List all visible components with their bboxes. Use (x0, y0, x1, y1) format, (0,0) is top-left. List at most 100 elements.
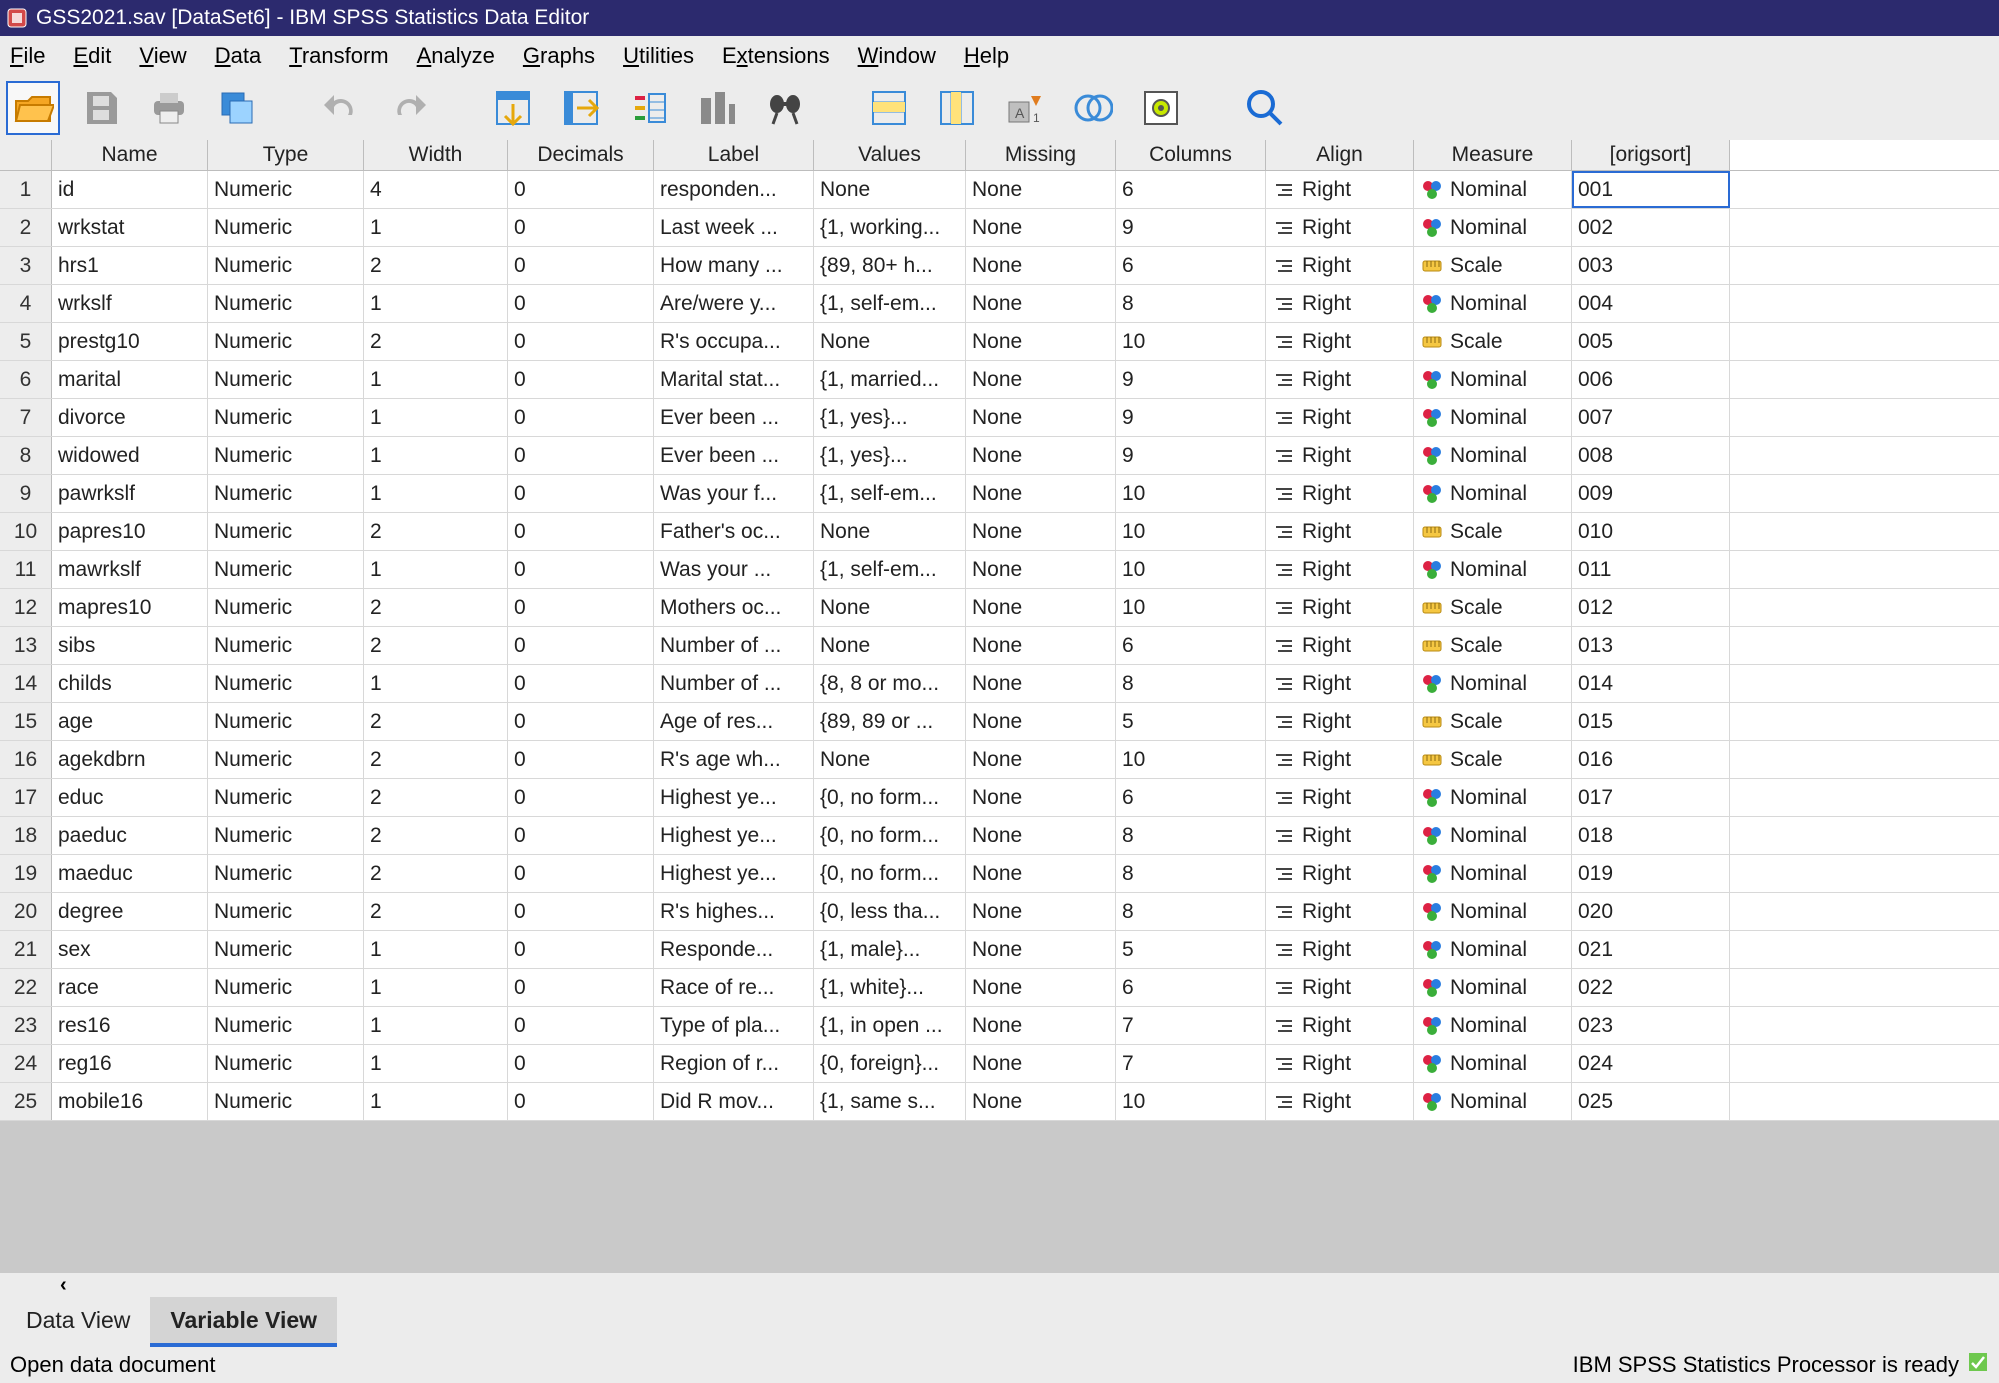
row-number[interactable]: 9 (0, 475, 52, 512)
cell-columns[interactable]: 5 (1116, 703, 1266, 740)
cell-align[interactable]: Right (1266, 893, 1414, 930)
cell-type[interactable]: Numeric (208, 893, 364, 930)
insert-cases-button[interactable] (862, 81, 916, 135)
cell-width[interactable]: 1 (364, 1045, 508, 1082)
cell-name[interactable]: reg16 (52, 1045, 208, 1082)
cell-name[interactable]: degree (52, 893, 208, 930)
cell-align[interactable]: Right (1266, 513, 1414, 550)
cell-measure[interactable]: Scale (1414, 627, 1572, 664)
cell-measure[interactable]: Nominal (1414, 779, 1572, 816)
cell-align[interactable]: Right (1266, 665, 1414, 702)
cell-decimals[interactable]: 0 (508, 209, 654, 246)
cell-decimals[interactable]: 0 (508, 247, 654, 284)
row-number[interactable]: 23 (0, 1007, 52, 1044)
cell-label[interactable]: Type of pla... (654, 1007, 814, 1044)
cell-missing[interactable]: None (966, 589, 1116, 626)
cell-name[interactable]: age (52, 703, 208, 740)
row-number[interactable]: 7 (0, 399, 52, 436)
cell-type[interactable]: Numeric (208, 1007, 364, 1044)
cell-measure[interactable]: Nominal (1414, 969, 1572, 1006)
cell-origsort[interactable]: 017 (1572, 779, 1730, 816)
column-header-values[interactable]: Values (814, 140, 966, 170)
cell-missing[interactable]: None (966, 285, 1116, 322)
cell-decimals[interactable]: 0 (508, 969, 654, 1006)
cell-label[interactable]: Are/were y... (654, 285, 814, 322)
recall-dialog-button[interactable] (210, 81, 264, 135)
cell-decimals[interactable]: 0 (508, 1045, 654, 1082)
cell-origsort[interactable]: 002 (1572, 209, 1730, 246)
cell-type[interactable]: Numeric (208, 779, 364, 816)
cell-align[interactable]: Right (1266, 209, 1414, 246)
row-number[interactable]: 12 (0, 589, 52, 626)
table-row[interactable]: 1idNumeric40responden...NoneNone6RightNo… (0, 171, 1999, 209)
cell-name[interactable]: divorce (52, 399, 208, 436)
cell-decimals[interactable]: 0 (508, 703, 654, 740)
table-row[interactable]: 22raceNumeric10Race of re...{1, white}..… (0, 969, 1999, 1007)
table-row[interactable]: 16agekdbrnNumeric20R's age wh...NoneNone… (0, 741, 1999, 779)
cell-name[interactable]: wrkstat (52, 209, 208, 246)
cell-values[interactable]: None (814, 589, 966, 626)
cell-width[interactable]: 2 (364, 893, 508, 930)
goto-variable-button[interactable] (554, 81, 608, 135)
cell-measure[interactable]: Scale (1414, 323, 1572, 360)
row-number[interactable]: 8 (0, 437, 52, 474)
cell-missing[interactable]: None (966, 703, 1116, 740)
cell-align[interactable]: Right (1266, 361, 1414, 398)
cell-measure[interactable]: Nominal (1414, 1007, 1572, 1044)
cell-values[interactable]: None (814, 171, 966, 208)
cell-type[interactable]: Numeric (208, 703, 364, 740)
cell-measure[interactable]: Scale (1414, 589, 1572, 626)
cell-columns[interactable]: 10 (1116, 589, 1266, 626)
cell-measure[interactable]: Nominal (1414, 817, 1572, 854)
open-button[interactable] (6, 81, 60, 135)
cell-width[interactable]: 2 (364, 703, 508, 740)
column-header-meas[interactable]: Measure (1414, 140, 1572, 170)
table-row[interactable]: 7divorceNumeric10Ever been ...{1, yes}..… (0, 399, 1999, 437)
cell-decimals[interactable]: 0 (508, 285, 654, 322)
row-number[interactable]: 20 (0, 893, 52, 930)
cell-label[interactable]: Highest ye... (654, 855, 814, 892)
cell-width[interactable]: 2 (364, 779, 508, 816)
column-header-orig[interactable]: [origsort] (1572, 140, 1730, 170)
cell-label[interactable]: Last week ... (654, 209, 814, 246)
cell-values[interactable]: {1, same s... (814, 1083, 966, 1120)
cell-values[interactable]: {89, 80+ h... (814, 247, 966, 284)
cell-values[interactable]: {1, self-em... (814, 285, 966, 322)
column-header-name[interactable]: Name (52, 140, 208, 170)
column-header-dec[interactable]: Decimals (508, 140, 654, 170)
cell-measure[interactable]: Nominal (1414, 1045, 1572, 1082)
row-number[interactable]: 11 (0, 551, 52, 588)
cell-missing[interactable]: None (966, 931, 1116, 968)
row-number[interactable]: 16 (0, 741, 52, 778)
cell-decimals[interactable]: 0 (508, 513, 654, 550)
table-row[interactable]: 4wrkslfNumeric10Are/were y...{1, self-em… (0, 285, 1999, 323)
menu-window[interactable]: Window (858, 43, 936, 69)
row-number[interactable]: 14 (0, 665, 52, 702)
save-button[interactable] (74, 81, 128, 135)
scroll-left-icon[interactable]: ‹ (60, 1274, 67, 1297)
cell-values[interactable]: {0, no form... (814, 855, 966, 892)
cell-columns[interactable]: 9 (1116, 399, 1266, 436)
cell-name[interactable]: paeduc (52, 817, 208, 854)
column-header-miss[interactable]: Missing (966, 140, 1116, 170)
cell-decimals[interactable]: 0 (508, 323, 654, 360)
cell-type[interactable]: Numeric (208, 1083, 364, 1120)
cell-align[interactable]: Right (1266, 589, 1414, 626)
cell-columns[interactable]: 8 (1116, 285, 1266, 322)
cell-origsort[interactable]: 022 (1572, 969, 1730, 1006)
cell-type[interactable]: Numeric (208, 323, 364, 360)
cell-align[interactable]: Right (1266, 627, 1414, 664)
cell-type[interactable]: Numeric (208, 741, 364, 778)
cell-origsort[interactable]: 021 (1572, 931, 1730, 968)
menu-data[interactable]: Data (215, 43, 261, 69)
cell-name[interactable]: mobile16 (52, 1083, 208, 1120)
table-row[interactable]: 13sibsNumeric20Number of ...NoneNone6Rig… (0, 627, 1999, 665)
cell-align[interactable]: Right (1266, 247, 1414, 284)
cell-align[interactable]: Right (1266, 741, 1414, 778)
cell-origsort[interactable]: 015 (1572, 703, 1730, 740)
cell-decimals[interactable]: 0 (508, 741, 654, 778)
cell-name[interactable]: pawrkslf (52, 475, 208, 512)
cell-columns[interactable]: 10 (1116, 323, 1266, 360)
cell-columns[interactable]: 5 (1116, 931, 1266, 968)
cell-label[interactable]: R's occupa... (654, 323, 814, 360)
